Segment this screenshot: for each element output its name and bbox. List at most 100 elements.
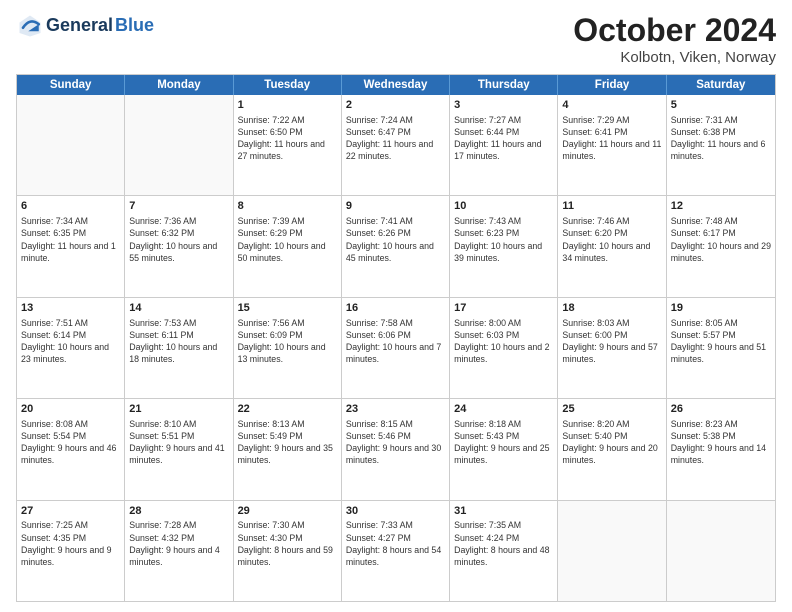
- day-info-8: Sunrise: 7:39 AM Sunset: 6:29 PM Dayligh…: [238, 215, 337, 264]
- day-info-17: Sunrise: 8:00 AM Sunset: 6:03 PM Dayligh…: [454, 317, 553, 366]
- page-subtitle: Kolbotn, Viken, Norway: [573, 49, 776, 66]
- day-info-22: Sunrise: 8:13 AM Sunset: 5:49 PM Dayligh…: [238, 418, 337, 467]
- day-info-1: Sunrise: 7:22 AM Sunset: 6:50 PM Dayligh…: [238, 114, 337, 163]
- day-number-10: 10: [454, 199, 553, 214]
- calendar-day-13: 13Sunrise: 7:51 AM Sunset: 6:14 PM Dayli…: [17, 298, 125, 398]
- logo: General Blue: [16, 12, 154, 40]
- weekday-header-thursday: Thursday: [450, 75, 558, 95]
- day-info-15: Sunrise: 7:56 AM Sunset: 6:09 PM Dayligh…: [238, 317, 337, 366]
- calendar-row-4: 20Sunrise: 8:08 AM Sunset: 5:54 PM Dayli…: [17, 399, 775, 500]
- calendar-day-19: 19Sunrise: 8:05 AM Sunset: 5:57 PM Dayli…: [667, 298, 775, 398]
- day-info-14: Sunrise: 7:53 AM Sunset: 6:11 PM Dayligh…: [129, 317, 228, 366]
- day-info-4: Sunrise: 7:29 AM Sunset: 6:41 PM Dayligh…: [562, 114, 661, 163]
- day-info-30: Sunrise: 7:33 AM Sunset: 4:27 PM Dayligh…: [346, 519, 445, 568]
- calendar-day-31: 31Sunrise: 7:35 AM Sunset: 4:24 PM Dayli…: [450, 501, 558, 601]
- day-number-13: 13: [21, 301, 120, 316]
- day-number-21: 21: [129, 402, 228, 417]
- weekday-header-wednesday: Wednesday: [342, 75, 450, 95]
- day-info-28: Sunrise: 7:28 AM Sunset: 4:32 PM Dayligh…: [129, 519, 228, 568]
- day-info-3: Sunrise: 7:27 AM Sunset: 6:44 PM Dayligh…: [454, 114, 553, 163]
- calendar-row-3: 13Sunrise: 7:51 AM Sunset: 6:14 PM Dayli…: [17, 298, 775, 399]
- day-number-25: 25: [562, 402, 661, 417]
- weekday-header-friday: Friday: [558, 75, 666, 95]
- calendar-day-25: 25Sunrise: 8:20 AM Sunset: 5:40 PM Dayli…: [558, 399, 666, 499]
- day-number-31: 31: [454, 504, 553, 519]
- calendar-row-2: 6Sunrise: 7:34 AM Sunset: 6:35 PM Daylig…: [17, 196, 775, 297]
- day-number-9: 9: [346, 199, 445, 214]
- day-info-5: Sunrise: 7:31 AM Sunset: 6:38 PM Dayligh…: [671, 114, 771, 163]
- day-number-18: 18: [562, 301, 661, 316]
- day-number-30: 30: [346, 504, 445, 519]
- day-number-4: 4: [562, 98, 661, 113]
- calendar-day-29: 29Sunrise: 7:30 AM Sunset: 4:30 PM Dayli…: [234, 501, 342, 601]
- day-number-22: 22: [238, 402, 337, 417]
- weekday-header-sunday: Sunday: [17, 75, 125, 95]
- day-info-29: Sunrise: 7:30 AM Sunset: 4:30 PM Dayligh…: [238, 519, 337, 568]
- day-number-6: 6: [21, 199, 120, 214]
- day-info-21: Sunrise: 8:10 AM Sunset: 5:51 PM Dayligh…: [129, 418, 228, 467]
- calendar-day-7: 7Sunrise: 7:36 AM Sunset: 6:32 PM Daylig…: [125, 196, 233, 296]
- calendar-row-5: 27Sunrise: 7:25 AM Sunset: 4:35 PM Dayli…: [17, 501, 775, 601]
- day-number-11: 11: [562, 199, 661, 214]
- logo-blue: Blue: [115, 16, 154, 36]
- calendar-day-5: 5Sunrise: 7:31 AM Sunset: 6:38 PM Daylig…: [667, 95, 775, 195]
- day-number-14: 14: [129, 301, 228, 316]
- day-number-1: 1: [238, 98, 337, 113]
- day-number-28: 28: [129, 504, 228, 519]
- day-number-3: 3: [454, 98, 553, 113]
- day-info-18: Sunrise: 8:03 AM Sunset: 6:00 PM Dayligh…: [562, 317, 661, 366]
- calendar-day-18: 18Sunrise: 8:03 AM Sunset: 6:00 PM Dayli…: [558, 298, 666, 398]
- day-number-26: 26: [671, 402, 771, 417]
- day-info-19: Sunrise: 8:05 AM Sunset: 5:57 PM Dayligh…: [671, 317, 771, 366]
- calendar-day-16: 16Sunrise: 7:58 AM Sunset: 6:06 PM Dayli…: [342, 298, 450, 398]
- day-number-2: 2: [346, 98, 445, 113]
- day-number-7: 7: [129, 199, 228, 214]
- calendar-empty-cell: [17, 95, 125, 195]
- day-info-10: Sunrise: 7:43 AM Sunset: 6:23 PM Dayligh…: [454, 215, 553, 264]
- day-info-24: Sunrise: 8:18 AM Sunset: 5:43 PM Dayligh…: [454, 418, 553, 467]
- calendar-empty-cell: [125, 95, 233, 195]
- calendar-day-4: 4Sunrise: 7:29 AM Sunset: 6:41 PM Daylig…: [558, 95, 666, 195]
- day-info-13: Sunrise: 7:51 AM Sunset: 6:14 PM Dayligh…: [21, 317, 120, 366]
- day-number-27: 27: [21, 504, 120, 519]
- day-info-20: Sunrise: 8:08 AM Sunset: 5:54 PM Dayligh…: [21, 418, 120, 467]
- calendar-day-23: 23Sunrise: 8:15 AM Sunset: 5:46 PM Dayli…: [342, 399, 450, 499]
- day-info-27: Sunrise: 7:25 AM Sunset: 4:35 PM Dayligh…: [21, 519, 120, 568]
- calendar-day-10: 10Sunrise: 7:43 AM Sunset: 6:23 PM Dayli…: [450, 196, 558, 296]
- calendar-day-3: 3Sunrise: 7:27 AM Sunset: 6:44 PM Daylig…: [450, 95, 558, 195]
- calendar-day-6: 6Sunrise: 7:34 AM Sunset: 6:35 PM Daylig…: [17, 196, 125, 296]
- day-info-25: Sunrise: 8:20 AM Sunset: 5:40 PM Dayligh…: [562, 418, 661, 467]
- calendar-empty-cell: [558, 501, 666, 601]
- page-title: October 2024: [573, 12, 776, 49]
- day-info-9: Sunrise: 7:41 AM Sunset: 6:26 PM Dayligh…: [346, 215, 445, 264]
- day-info-26: Sunrise: 8:23 AM Sunset: 5:38 PM Dayligh…: [671, 418, 771, 467]
- calendar-header: SundayMondayTuesdayWednesdayThursdayFrid…: [17, 75, 775, 95]
- page: General Blue October 2024 Kolbotn, Viken…: [0, 0, 792, 612]
- calendar-day-11: 11Sunrise: 7:46 AM Sunset: 6:20 PM Dayli…: [558, 196, 666, 296]
- logo-icon: [16, 12, 44, 40]
- calendar-day-20: 20Sunrise: 8:08 AM Sunset: 5:54 PM Dayli…: [17, 399, 125, 499]
- calendar-day-30: 30Sunrise: 7:33 AM Sunset: 4:27 PM Dayli…: [342, 501, 450, 601]
- day-number-8: 8: [238, 199, 337, 214]
- day-number-23: 23: [346, 402, 445, 417]
- calendar-row-1: 1Sunrise: 7:22 AM Sunset: 6:50 PM Daylig…: [17, 95, 775, 196]
- day-number-24: 24: [454, 402, 553, 417]
- title-block: October 2024 Kolbotn, Viken, Norway: [573, 12, 776, 66]
- day-info-16: Sunrise: 7:58 AM Sunset: 6:06 PM Dayligh…: [346, 317, 445, 366]
- calendar-day-17: 17Sunrise: 8:00 AM Sunset: 6:03 PM Dayli…: [450, 298, 558, 398]
- day-number-19: 19: [671, 301, 771, 316]
- day-info-31: Sunrise: 7:35 AM Sunset: 4:24 PM Dayligh…: [454, 519, 553, 568]
- calendar-day-28: 28Sunrise: 7:28 AM Sunset: 4:32 PM Dayli…: [125, 501, 233, 601]
- calendar-day-27: 27Sunrise: 7:25 AM Sunset: 4:35 PM Dayli…: [17, 501, 125, 601]
- day-number-5: 5: [671, 98, 771, 113]
- calendar-day-2: 2Sunrise: 7:24 AM Sunset: 6:47 PM Daylig…: [342, 95, 450, 195]
- logo-general: General: [46, 16, 113, 36]
- day-number-16: 16: [346, 301, 445, 316]
- calendar-body: 1Sunrise: 7:22 AM Sunset: 6:50 PM Daylig…: [17, 95, 775, 601]
- calendar-empty-cell: [667, 501, 775, 601]
- day-number-15: 15: [238, 301, 337, 316]
- calendar-day-12: 12Sunrise: 7:48 AM Sunset: 6:17 PM Dayli…: [667, 196, 775, 296]
- logo-text-block: General Blue: [46, 16, 154, 36]
- calendar: SundayMondayTuesdayWednesdayThursdayFrid…: [16, 74, 776, 602]
- day-info-2: Sunrise: 7:24 AM Sunset: 6:47 PM Dayligh…: [346, 114, 445, 163]
